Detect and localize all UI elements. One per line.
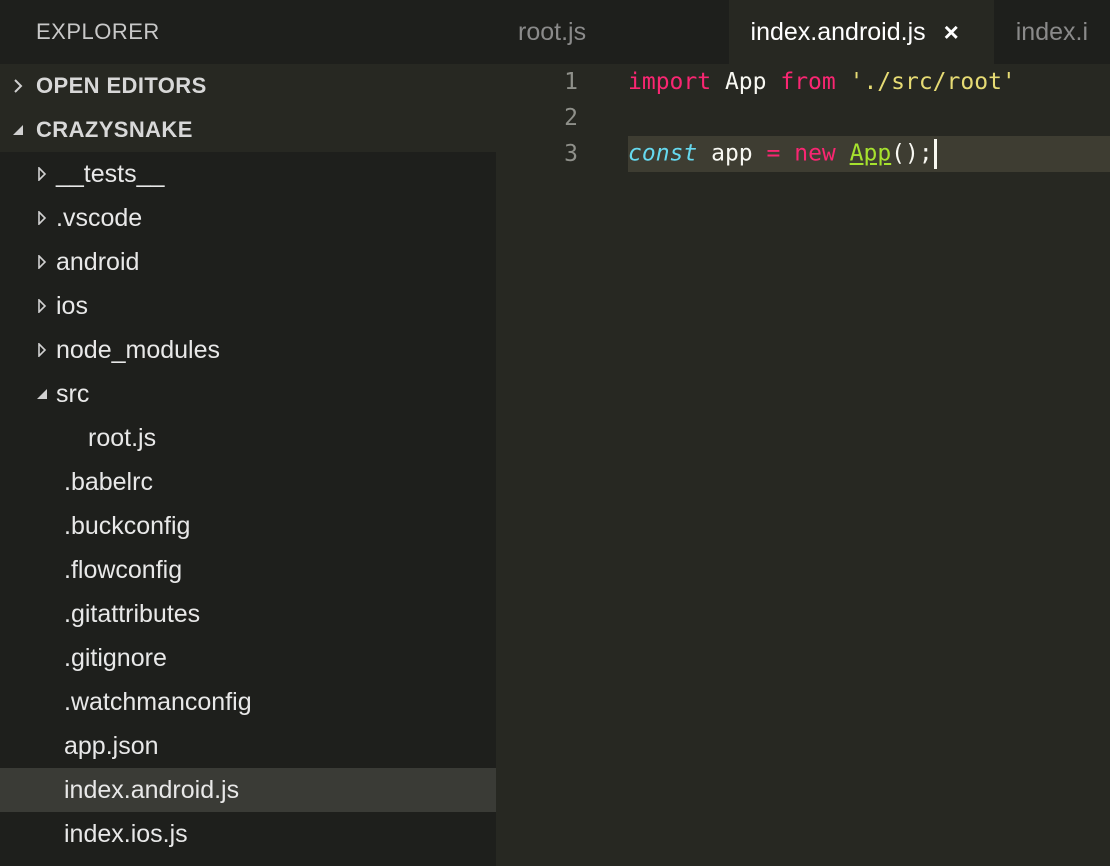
tree-item-label: .gitignore: [64, 643, 167, 672]
tree-folder-vscode[interactable]: .vscode: [0, 196, 496, 240]
explorer-title: EXPLORER: [36, 19, 160, 44]
tree-item-label: node_modules: [56, 335, 221, 364]
tab-bar: root.js index.android.js × index.i: [496, 0, 1110, 64]
tree-item-label: root.js: [88, 423, 157, 452]
editor-pane: root.js index.android.js × index.i 1 imp…: [496, 0, 1110, 866]
project-section[interactable]: CRAZYSNAKE: [0, 108, 496, 152]
token-identifier: App: [711, 69, 781, 95]
tree-item-label: ios: [56, 291, 88, 320]
explorer-sidebar: EXPLORER OPEN EDITORS CRAZYSNAKE __tests…: [0, 0, 496, 866]
tree-item-label: src: [56, 379, 90, 408]
tree-file-root-js[interactable]: root.js: [0, 416, 496, 460]
tree-item-label: .buckconfig: [64, 511, 191, 540]
chevron-right-icon: [0, 79, 36, 93]
chevron-down-icon: [0, 123, 36, 137]
tree-file-gitattributes[interactable]: .gitattributes: [0, 592, 496, 636]
project-label: CRAZYSNAKE: [36, 117, 193, 142]
close-icon[interactable]: ×: [944, 19, 959, 45]
tree-item-label: .vscode: [56, 203, 143, 232]
tab-label: index.android.js: [750, 17, 926, 46]
tree-file-babelrc[interactable]: .babelrc: [0, 460, 496, 504]
tree-file-index-ios-js[interactable]: index.ios.js: [0, 812, 496, 856]
token-keyword: import: [628, 69, 712, 95]
line-number: 1: [564, 69, 578, 95]
text-cursor: [933, 139, 937, 169]
tab-label: index.i: [1015, 17, 1088, 46]
tree-item-label: .watchmanconfig: [64, 687, 252, 716]
tree-file-index-android-js[interactable]: index.android.js: [0, 768, 496, 812]
tree-file-app-json[interactable]: app.json: [0, 724, 496, 768]
tab-index-ios-js[interactable]: index.i: [994, 0, 1110, 64]
token-keyword: new: [794, 140, 836, 167]
tree-folder-android[interactable]: android: [0, 240, 496, 284]
tab-index-android-js[interactable]: index.android.js ×: [728, 0, 994, 64]
chevron-right-icon: [28, 255, 56, 269]
tree-item-label: index.android.js: [64, 775, 240, 804]
chevron-right-icon: [28, 211, 56, 225]
token-identifier: app: [697, 140, 767, 167]
tree-file-gitignore[interactable]: .gitignore: [0, 636, 496, 680]
tree-file-watchmanconfig[interactable]: .watchmanconfig: [0, 680, 496, 724]
tree-item-label: android: [56, 247, 140, 276]
tree-folder-ios[interactable]: ios: [0, 284, 496, 328]
code-editor[interactable]: 1 import App from './src/root' 2 3 const…: [496, 64, 1110, 172]
token-string: './src/root': [849, 69, 1016, 95]
tree-item-label: .gitattributes: [64, 599, 201, 628]
line-number: 2: [564, 105, 578, 131]
line-number: 3: [564, 141, 578, 167]
file-tree: __tests__ .vscode android ios node_modul…: [0, 152, 496, 856]
code-line-current: 3 const app = new App();: [496, 136, 1110, 172]
chevron-right-icon: [28, 343, 56, 357]
token-operator: =: [766, 140, 781, 167]
token-storage: const: [628, 140, 698, 167]
code-line-content: const app = new App();: [628, 139, 937, 169]
code-line: 2: [496, 100, 1110, 136]
tree-item-label: __tests__: [56, 159, 165, 188]
chevron-right-icon: [28, 167, 56, 181]
token-punctuation: ();: [891, 140, 933, 167]
code-line: 1 import App from './src/root': [496, 64, 1110, 100]
tree-item-label: .flowconfig: [64, 555, 183, 584]
code-line-content: import App from './src/root': [628, 69, 1016, 95]
open-editors-section[interactable]: OPEN EDITORS: [0, 64, 496, 108]
tree-item-label: app.json: [64, 731, 159, 760]
tree-item-label: index.ios.js: [64, 819, 188, 848]
tree-folder-src[interactable]: src: [0, 372, 496, 416]
tree-file-flowconfig[interactable]: .flowconfig: [0, 548, 496, 592]
token-class: App: [849, 140, 892, 167]
tree-folder-node-modules[interactable]: node_modules: [0, 328, 496, 372]
tree-file-buckconfig[interactable]: .buckconfig: [0, 504, 496, 548]
tree-folder-tests[interactable]: __tests__: [0, 152, 496, 196]
tree-item-label: .babelrc: [64, 467, 153, 496]
token-keyword: from: [780, 69, 836, 95]
tab-root-js[interactable]: root.js: [496, 0, 729, 64]
tab-label: root.js: [518, 17, 587, 46]
chevron-down-icon: [28, 387, 56, 401]
chevron-right-icon: [28, 299, 56, 313]
open-editors-label: OPEN EDITORS: [36, 73, 207, 98]
